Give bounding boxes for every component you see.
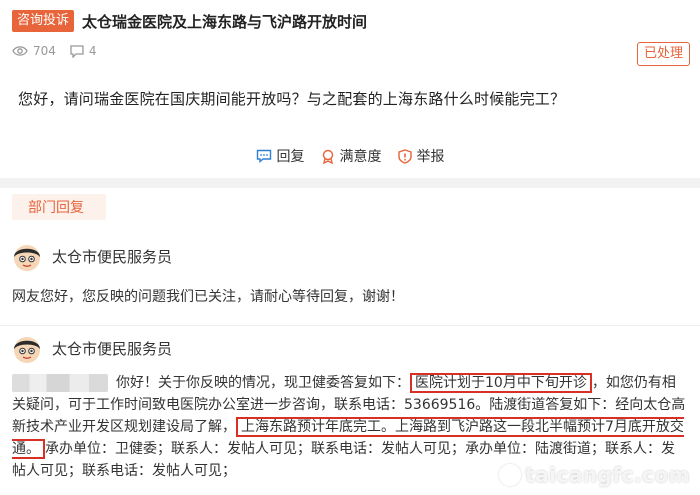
watermark-logo-icon: [499, 464, 522, 486]
satisfaction-button[interactable]: 满意度: [321, 146, 382, 166]
shield-alert-icon: [397, 148, 412, 164]
reply-label: 回复: [276, 149, 305, 165]
reply-button[interactable]: 回复: [256, 146, 305, 166]
avatar: [14, 337, 40, 363]
watermark: taicangfc.com: [499, 463, 690, 487]
reply-text: 网友您好，您反映的问题我们已关注，请耐心等待回复，谢谢！: [12, 289, 404, 305]
category-tag[interactable]: 咨询投诉: [12, 10, 75, 32]
post-meta: 704 4: [12, 44, 111, 58]
responder-name: 太仓市便民服务员: [52, 248, 173, 266]
action-bar: 回复 满意度 举报: [0, 146, 700, 166]
eye-icon: [12, 46, 28, 56]
report-label: 举报: [416, 149, 445, 165]
reply-icon: [256, 149, 271, 163]
responder-name: 太仓市便民服务员: [52, 340, 173, 358]
avatar: [14, 245, 40, 271]
comment-icon: [70, 44, 84, 58]
question-text: 您好，请问瑞金医院在国庆期间能开放吗？与之配套的上海东路什么时候能完工？: [18, 90, 566, 108]
department-reply-label: 部门回复: [28, 200, 84, 216]
watermark-text: taicangfc.com: [525, 463, 690, 487]
status-badge: 已处理: [636, 42, 690, 66]
comments-value: 4: [88, 44, 97, 58]
section-divider: [0, 178, 700, 188]
comments-count: 4: [70, 44, 97, 58]
views-count: 704: [12, 44, 56, 58]
award-icon: [322, 149, 333, 164]
post-title-row: 咨询投诉 太仓瑞金医院及上海东路与飞沪路开放时间: [12, 10, 367, 32]
redacted-name: [12, 374, 108, 392]
satisfaction-label: 满意度: [339, 149, 382, 165]
post-card: 咨询投诉 太仓瑞金医院及上海东路与飞沪路开放时间 704 4 已处理 您好，请问…: [0, 0, 700, 178]
reply-intro: 你好！关于你反映的情况，现卫健委答复如下：: [116, 375, 410, 391]
reply-item: 太仓市便民服务员 网友您好，您反映的问题我们已关注，请耐心等待回复，谢谢！: [0, 232, 700, 326]
highlight-box-hospital: 医院计划于10月中下旬开诊: [410, 373, 592, 393]
report-button[interactable]: 举报: [397, 146, 445, 166]
department-reply-tab: 部门回复: [12, 194, 106, 220]
post-title: 太仓瑞金医院及上海东路与飞沪路开放时间: [82, 12, 368, 31]
views-value: 704: [33, 44, 56, 58]
